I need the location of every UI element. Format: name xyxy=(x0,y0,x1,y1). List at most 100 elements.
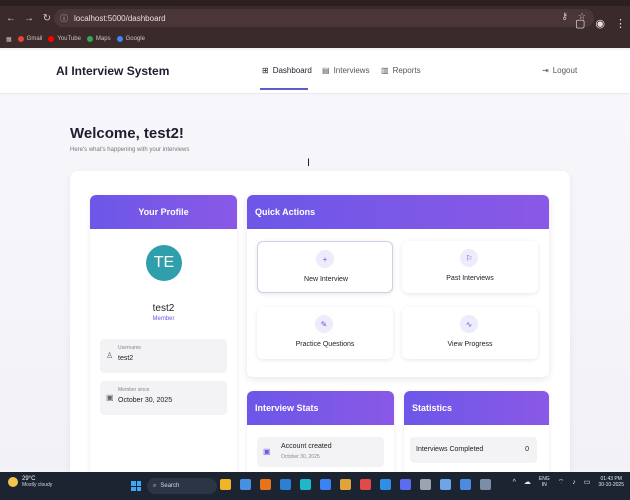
active-nav-indicator xyxy=(260,88,308,90)
interviews-completed-label: Interviews Completed xyxy=(416,446,484,453)
account-created-label: Account created xyxy=(281,443,332,450)
profile-name: test2 xyxy=(152,303,175,314)
bookmark-label: YouTube xyxy=(57,36,81,42)
store-icon[interactable] xyxy=(320,479,331,490)
language-indicator[interactable]: ENG IN xyxy=(539,476,550,488)
grid-icon: ⊞ xyxy=(262,66,269,75)
language-region: IN xyxy=(541,482,547,488)
edge-icon[interactable] xyxy=(300,479,311,490)
logout-button[interactable]: ⇥ Logout xyxy=(542,66,577,75)
back-icon[interactable]: ← xyxy=(4,13,18,24)
system-tray: ^ ☁ ENG IN ⌔ ♪ ▭ 01:43 PM 30-10-2025 xyxy=(513,476,624,488)
brand-title[interactable]: AI Interview System xyxy=(56,64,169,78)
extensions-icon[interactable]: ▢ xyxy=(575,17,585,30)
address-bar[interactable]: ⓘ localhost:5000/dashboard ⚷ ☆ xyxy=(54,9,594,27)
action-label: New Interview xyxy=(304,276,348,283)
nav-label: Dashboard xyxy=(272,66,312,75)
interviews-completed-value: 0 xyxy=(525,446,529,453)
logout-label: Logout xyxy=(552,66,578,75)
maps-icon xyxy=(86,36,93,42)
browser-chrome: ← → ↻ ⓘ localhost:5000/dashboard ⚷ ☆ ▢ ◉… xyxy=(0,0,630,48)
weather-text: Mostly cloudy xyxy=(22,482,53,488)
volume-icon[interactable]: ♪ xyxy=(572,479,576,486)
bookmarks-bar: ▦ Gmail YouTube Maps Google xyxy=(0,32,630,46)
battery-icon[interactable]: ▭ xyxy=(584,478,591,486)
nav-reports[interactable]: ▥ Reports xyxy=(381,66,421,75)
member-since-box: ▣ Member since October 30, 2025 xyxy=(100,381,227,415)
task-view-icon[interactable] xyxy=(240,479,251,490)
account-created-date: October 30, 2025 xyxy=(281,454,320,460)
username-value: test2 xyxy=(118,355,134,362)
flag-icon: ⚐ xyxy=(460,249,478,267)
pencil-icon: ✎ xyxy=(315,315,333,333)
bookmark-label: Google xyxy=(125,36,145,42)
reload-icon[interactable]: ↻ xyxy=(40,13,54,24)
widgets-icon[interactable] xyxy=(220,479,231,490)
logout-icon: ⇥ xyxy=(542,66,549,75)
practice-questions-button[interactable]: ✎ Practice Questions xyxy=(257,307,393,359)
past-interviews-button[interactable]: ⚐ Past Interviews xyxy=(402,241,538,293)
bookmark-youtube[interactable]: YouTube xyxy=(48,36,81,42)
site-info-icon[interactable]: ⓘ xyxy=(60,13,68,24)
menu-icon[interactable]: ⋮ xyxy=(615,17,626,30)
tab-strip xyxy=(0,0,630,6)
settings-icon[interactable] xyxy=(420,479,431,490)
text-cursor-icon: I xyxy=(307,157,311,169)
gmail-icon xyxy=(17,36,24,42)
avatar: TE xyxy=(146,245,182,281)
file-explorer-icon[interactable] xyxy=(260,479,271,490)
chevron-up-icon[interactable]: ^ xyxy=(513,479,516,486)
clock[interactable]: 01:43 PM 30-10-2025 xyxy=(598,476,624,488)
folder-icon[interactable] xyxy=(280,479,291,490)
nav-label: Reports xyxy=(392,66,421,75)
app-icon[interactable] xyxy=(360,479,371,490)
bookmark-google[interactable]: Google xyxy=(116,36,145,42)
nav-dashboard[interactable]: ⊞ Dashboard xyxy=(262,66,312,75)
app-header: AI Interview System ⊞ Dashboard ▤ Interv… xyxy=(0,50,630,94)
forward-icon[interactable]: → xyxy=(22,13,36,24)
key-icon[interactable]: ⚷ xyxy=(561,11,568,22)
member-since-value: October 30, 2025 xyxy=(118,397,173,404)
app-icon[interactable] xyxy=(480,479,491,490)
user-icon: ♙ xyxy=(106,351,114,360)
app-icon[interactable] xyxy=(460,479,471,490)
profile-icon[interactable]: ◉ xyxy=(595,17,605,30)
url-text: localhost:5000/dashboard xyxy=(74,13,166,23)
bookmark-label: Maps xyxy=(95,36,111,42)
view-progress-button[interactable]: ∿ View Progress xyxy=(402,307,538,359)
app-icon[interactable] xyxy=(400,479,411,490)
welcome-subtitle: Here's what's happening with your interv… xyxy=(70,147,190,153)
report-icon: ▥ xyxy=(381,66,389,75)
taskbar-search[interactable]: ⌕ Search xyxy=(147,478,217,494)
statistics-heading: Statistics xyxy=(404,391,549,425)
wifi-icon[interactable]: ⌔ xyxy=(558,478,565,487)
dashboard-panel: Your Profile TE test2 Member ♙ Username … xyxy=(70,171,570,491)
clock-date: 30-10-2025 xyxy=(598,482,624,488)
weather-widget[interactable]: 29°C Mostly cloudy xyxy=(8,476,52,488)
youtube-icon xyxy=(48,36,55,42)
onedrive-icon[interactable]: ☁ xyxy=(524,478,531,486)
profile-role: Member xyxy=(152,316,175,322)
bookmark-maps[interactable]: Maps xyxy=(86,36,111,42)
chrome-icon[interactable] xyxy=(340,479,351,490)
calendar-icon: ▣ xyxy=(106,393,114,402)
nav-label: Interviews xyxy=(333,66,370,75)
action-label: Practice Questions xyxy=(295,341,355,348)
action-label: View Progress xyxy=(447,341,493,348)
main-content: Welcome, test2! Here's what's happening … xyxy=(0,95,630,491)
welcome-title: Welcome, test2! xyxy=(70,125,184,142)
windows-start-icon[interactable] xyxy=(131,481,141,491)
new-interview-button[interactable]: + New Interview xyxy=(257,241,393,293)
interview-stats-heading: Interview Stats xyxy=(247,391,394,425)
taskbar: 29°C Mostly cloudy ⌕ Search ^ ☁ ENG IN ⌔… xyxy=(0,472,630,500)
app-icon[interactable] xyxy=(440,479,451,490)
vscode-icon[interactable] xyxy=(380,479,391,490)
address-row: ← → ↻ ⓘ localhost:5000/dashboard ⚷ ☆ ▢ ◉… xyxy=(0,8,630,30)
taskbar-apps xyxy=(220,479,491,490)
nav-interviews[interactable]: ▤ Interviews xyxy=(322,66,370,75)
search-label: Search xyxy=(160,483,180,489)
apps-icon[interactable]: ▦ xyxy=(6,36,12,43)
member-since-label: Member since xyxy=(118,387,150,393)
bookmark-gmail[interactable]: Gmail xyxy=(17,36,42,42)
action-label: Past Interviews xyxy=(446,275,494,282)
